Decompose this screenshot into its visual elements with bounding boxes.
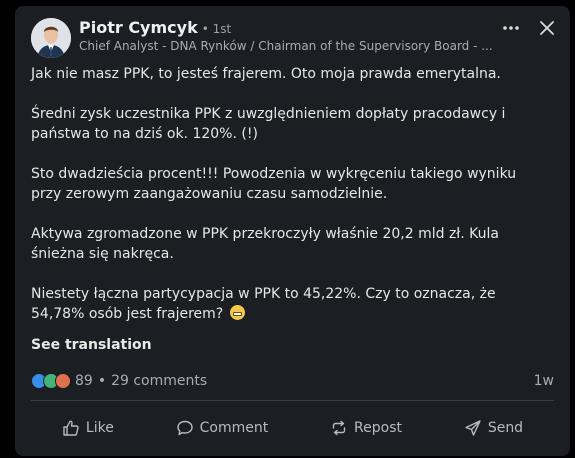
grimacing-face-icon bbox=[229, 305, 245, 320]
repost-button[interactable]: Repost bbox=[320, 413, 412, 443]
avatar-image bbox=[31, 18, 71, 58]
post-body: Jak nie masz PPK, to jesteś frajerem. Ot… bbox=[31, 64, 536, 324]
author-name-text[interactable]: Piotr Cymcyk bbox=[79, 18, 198, 37]
comment-button[interactable]: Comment bbox=[166, 413, 279, 443]
separator-dot: • bbox=[97, 373, 107, 389]
send-label: Send bbox=[487, 420, 524, 436]
like-button[interactable]: Like bbox=[52, 413, 124, 443]
comment-label: Comment bbox=[199, 420, 269, 436]
social-counts-bar: 89 • 29 comments 1w bbox=[31, 372, 554, 390]
more-options-button[interactable] bbox=[499, 16, 523, 40]
comment-icon bbox=[176, 420, 193, 436]
post-card: Piotr Cymcyk • 1st Chief Analyst - DNA Ry… bbox=[15, 6, 570, 456]
thumbs-up-icon bbox=[63, 420, 79, 436]
love-icon bbox=[55, 373, 71, 389]
connection-degree: • 1st bbox=[201, 22, 232, 36]
repost-label: Repost bbox=[354, 420, 402, 436]
more-icon bbox=[503, 26, 519, 30]
reaction-icons[interactable] bbox=[31, 373, 71, 389]
action-bar: Like Comment Repost Send bbox=[31, 410, 554, 446]
post-paragraph-text: Niestety łączna partycypacja w PPK to 45… bbox=[31, 286, 496, 322]
post-paragraph: Sto dwadzieścia procent!!! Powodzenia w … bbox=[31, 166, 517, 202]
author-name[interactable]: Piotr Cymcyk • 1st bbox=[79, 18, 231, 37]
divider bbox=[31, 400, 554, 401]
close-button[interactable] bbox=[535, 16, 559, 40]
see-translation-link[interactable]: See translation bbox=[31, 337, 152, 353]
comments-count[interactable]: 29 comments bbox=[111, 373, 207, 389]
post-paragraph: Jak nie masz PPK, to jesteś frajerem. Ot… bbox=[31, 66, 501, 82]
repost-icon bbox=[332, 420, 346, 436]
send-icon bbox=[465, 420, 481, 436]
avatar[interactable] bbox=[31, 18, 71, 58]
reactions-count[interactable]: 89 bbox=[75, 373, 93, 389]
post-paragraph: Średni zysk uczestnika PPK z uwzględnien… bbox=[31, 106, 506, 142]
send-button[interactable]: Send bbox=[454, 413, 533, 443]
close-icon bbox=[540, 21, 554, 35]
like-label: Like bbox=[85, 420, 114, 436]
author-headline: Chief Analyst - DNA Rynków / Chairman of… bbox=[79, 39, 493, 53]
post-paragraph: Aktywa zgromadzone w PPK przekroczyły wł… bbox=[31, 226, 499, 262]
post-time: 1w bbox=[533, 373, 554, 389]
post-paragraph-last: Niestety łączna partycypacja w PPK to 45… bbox=[31, 284, 536, 324]
